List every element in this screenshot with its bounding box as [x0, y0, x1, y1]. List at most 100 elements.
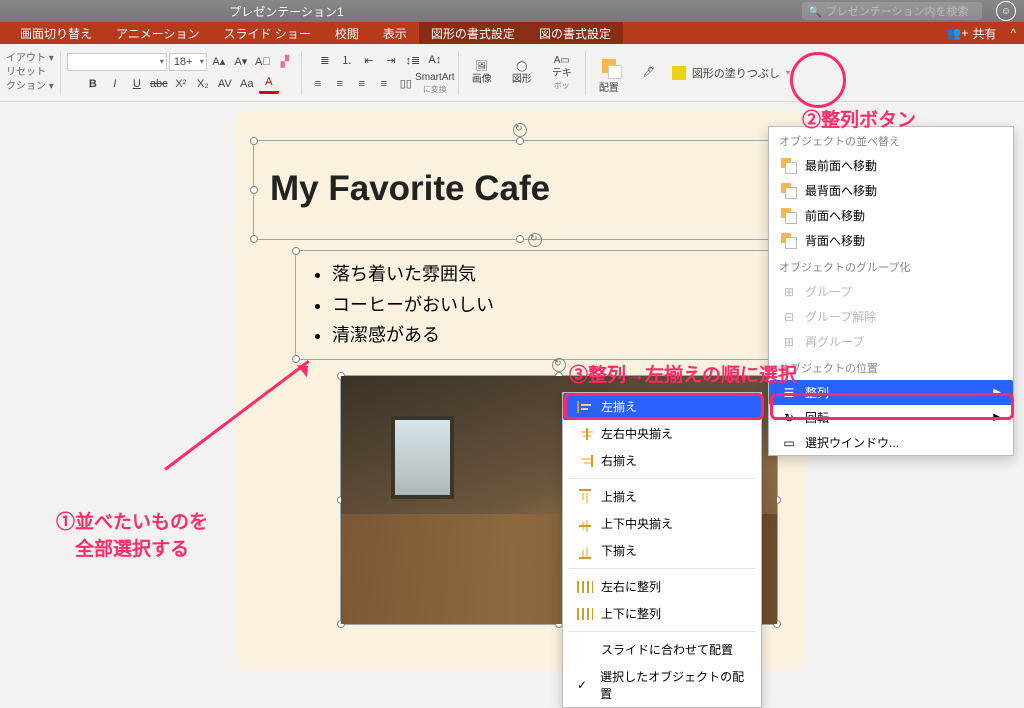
numbering-button[interactable]: ⒈	[337, 50, 357, 70]
tab-picture-format[interactable]: 図の書式設定	[527, 22, 623, 44]
align-top-item[interactable]: 上揃え	[563, 483, 761, 510]
slide-title-text[interactable]: My Favorite Cafe	[254, 141, 786, 237]
send-to-back-item[interactable]: 最背面へ移動	[769, 178, 1013, 203]
picture-icon: 🖼	[475, 61, 488, 72]
distribute-v-item[interactable]: 上下に整列	[563, 600, 761, 627]
search-icon: 🔍	[808, 5, 822, 18]
paragraph-group: ≣ ⒈ ⇤ ⇥ ↕≣ A↕ ≡ ≡ ≡ ≡ ▯▯ SmartArt に変換	[308, 50, 452, 95]
align-to-slide-item[interactable]: スライドに合わせて配置	[563, 636, 761, 663]
align-middle-v-item[interactable]: 上下中央揃え	[563, 510, 761, 537]
title-textbox[interactable]: My Favorite Cafe	[253, 140, 787, 240]
reset-button[interactable]: リセット	[6, 66, 54, 80]
subscript-button[interactable]: X₂	[193, 74, 213, 94]
panel-section-header: オブジェクトのグループ化	[769, 253, 1013, 279]
font-size-dropdown[interactable]: 18+	[169, 53, 207, 71]
insert-picture-button[interactable]: 🖼 画像	[465, 61, 499, 85]
ribbon-toolbar: イアウト ▾ リセット クション ▾ 18+ A▴ A▾ A⃠ ▞ B I U …	[0, 44, 1024, 102]
char-spacing-button[interactable]: AV	[215, 74, 235, 94]
search-placeholder: プレゼンテーション内を検索	[826, 3, 969, 19]
resize-handle[interactable]	[250, 235, 258, 243]
font-family-dropdown[interactable]	[67, 53, 167, 71]
shape-fill-dropdown[interactable]: 図形の塗りつぶし ▾	[672, 65, 790, 81]
collapse-ribbon-icon[interactable]: ^	[1010, 26, 1016, 40]
line-spacing-button[interactable]: ↕≣	[403, 50, 423, 70]
quick-styles-button[interactable]: 🖊	[632, 67, 666, 78]
layout-dropdown[interactable]: イアウト ▾	[6, 52, 54, 66]
increase-indent-button[interactable]: ⇥	[381, 50, 401, 70]
align-middle-v-icon	[579, 516, 591, 532]
rotate-handle-icon[interactable]	[513, 123, 527, 137]
eraser-icon[interactable]: ▞	[275, 52, 295, 72]
layer-icon	[781, 208, 797, 224]
ungroup-icon: ⊟	[781, 309, 797, 325]
insert-textbox-button[interactable]: A▭ テキ ボッ	[545, 55, 579, 91]
shrink-font-button[interactable]: A▾	[231, 52, 251, 72]
bring-forward-item[interactable]: 前面へ移動	[769, 203, 1013, 228]
selection-pane-item[interactable]: ▭選択ウインドウ...	[769, 430, 1013, 455]
superscript-button[interactable]: X²	[171, 74, 191, 94]
ungroup-item: ⊟グループ解除	[769, 304, 1013, 329]
resize-handle[interactable]	[250, 186, 258, 194]
clear-format-button[interactable]: A⃠	[253, 52, 273, 72]
decrease-indent-button[interactable]: ⇤	[359, 50, 379, 70]
align-left-icon	[577, 401, 593, 413]
grow-font-button[interactable]: A▴	[209, 52, 229, 72]
list-item: 落ち着いた雰囲気	[332, 259, 758, 290]
change-case-button[interactable]: Aa	[237, 74, 257, 94]
align-to-selection-item[interactable]: ✓選択したオブジェクトの配置	[563, 663, 761, 707]
title-bar-right: 🔍 プレゼンテーション内を検索 ☺	[802, 1, 1024, 21]
align-left-button[interactable]: ≡	[308, 74, 328, 94]
align-center-h-icon	[577, 428, 593, 440]
text-direction-button[interactable]: A↕	[425, 50, 445, 70]
share-icon: 👥+	[946, 26, 968, 40]
tab-view[interactable]: 表示	[371, 22, 419, 44]
tab-animations[interactable]: アニメーション	[104, 22, 212, 44]
tab-transitions[interactable]: 画面切り替え	[8, 22, 104, 44]
align-bottom-item[interactable]: 下揃え	[563, 537, 761, 564]
share-button[interactable]: 👥+ 共有	[936, 25, 1006, 42]
align-right-button[interactable]: ≡	[352, 74, 372, 94]
align-submenu-item[interactable]: ☰整列▶	[769, 380, 1013, 405]
feedback-icon[interactable]: ☺	[996, 1, 1016, 21]
check-icon: ✓	[577, 678, 592, 692]
tab-slideshow[interactable]: スライド ショー	[212, 22, 323, 44]
bullets-button[interactable]: ≣	[315, 50, 335, 70]
font-color-button[interactable]: A	[259, 74, 279, 94]
insert-shape-button[interactable]: ◯ 図形	[505, 61, 539, 85]
bring-to-front-item[interactable]: 最前面へ移動	[769, 153, 1013, 178]
strike-button[interactable]: abc	[149, 74, 169, 94]
align-center-h-item[interactable]: 左右中央揃え	[563, 420, 761, 447]
columns-button[interactable]: ▯▯	[396, 74, 416, 94]
font-group: 18+ A▴ A▾ A⃠ ▞ B I U abc X² X₂ AV Aa A	[67, 52, 295, 94]
resize-handle[interactable]	[292, 247, 300, 255]
underline-button[interactable]: U	[127, 74, 147, 94]
section-dropdown[interactable]: クション ▾	[6, 80, 54, 94]
rotate-submenu-item[interactable]: ↻回転▶	[769, 405, 1013, 430]
arrange-button[interactable]: 配置	[592, 51, 626, 94]
search-box[interactable]: 🔍 プレゼンテーション内を検索	[802, 2, 982, 20]
document-title: プレゼンテーション1	[229, 3, 343, 20]
tab-review[interactable]: 校閲	[323, 22, 371, 44]
align-center-button[interactable]: ≡	[330, 74, 350, 94]
rotate-icon: ↻	[781, 410, 797, 426]
align-justify-button[interactable]: ≡	[374, 74, 394, 94]
group-icon: ⊞	[781, 284, 797, 300]
bold-button[interactable]: B	[83, 74, 103, 94]
resize-handle[interactable]	[516, 137, 524, 145]
rotate-handle-icon[interactable]	[528, 233, 542, 247]
layer-icon	[781, 183, 797, 199]
smartart-button[interactable]: SmartArt に変換	[418, 72, 452, 95]
resize-handle[interactable]	[250, 137, 258, 145]
rotate-handle-icon[interactable]	[552, 358, 566, 372]
body-list[interactable]: 落ち着いた雰囲気 コーヒーがおいしい 清潔感がある	[296, 251, 774, 359]
body-textbox[interactable]: 落ち着いた雰囲気 コーヒーがおいしい 清潔感がある	[295, 250, 775, 360]
align-right-item[interactable]: 右揃え	[563, 447, 761, 474]
tab-shape-format[interactable]: 図形の書式設定	[419, 22, 527, 44]
arrange-dropdown-panel: オブジェクトの並べ替え 最前面へ移動 最背面へ移動 前面へ移動 背面へ移動 オブ…	[768, 126, 1014, 456]
distribute-h-item[interactable]: 左右に整列	[563, 573, 761, 600]
send-backward-item[interactable]: 背面へ移動	[769, 228, 1013, 253]
resize-handle[interactable]	[516, 235, 524, 243]
list-item: コーヒーがおいしい	[332, 290, 758, 321]
italic-button[interactable]: I	[105, 74, 125, 94]
align-left-item[interactable]: 左揃え	[563, 393, 761, 420]
